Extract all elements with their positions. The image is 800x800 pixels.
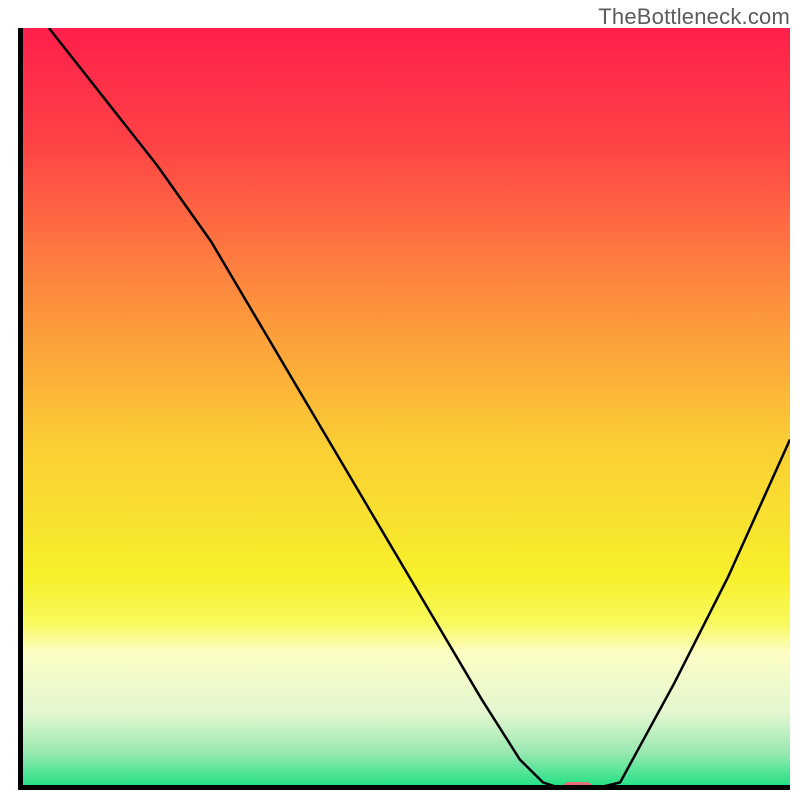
chart-svg — [0, 0, 800, 800]
watermark-label: TheBottleneck.com — [598, 4, 790, 30]
gradient-background — [18, 28, 790, 790]
plot-area — [18, 28, 790, 794]
bottleneck-chart: TheBottleneck.com — [0, 0, 800, 800]
